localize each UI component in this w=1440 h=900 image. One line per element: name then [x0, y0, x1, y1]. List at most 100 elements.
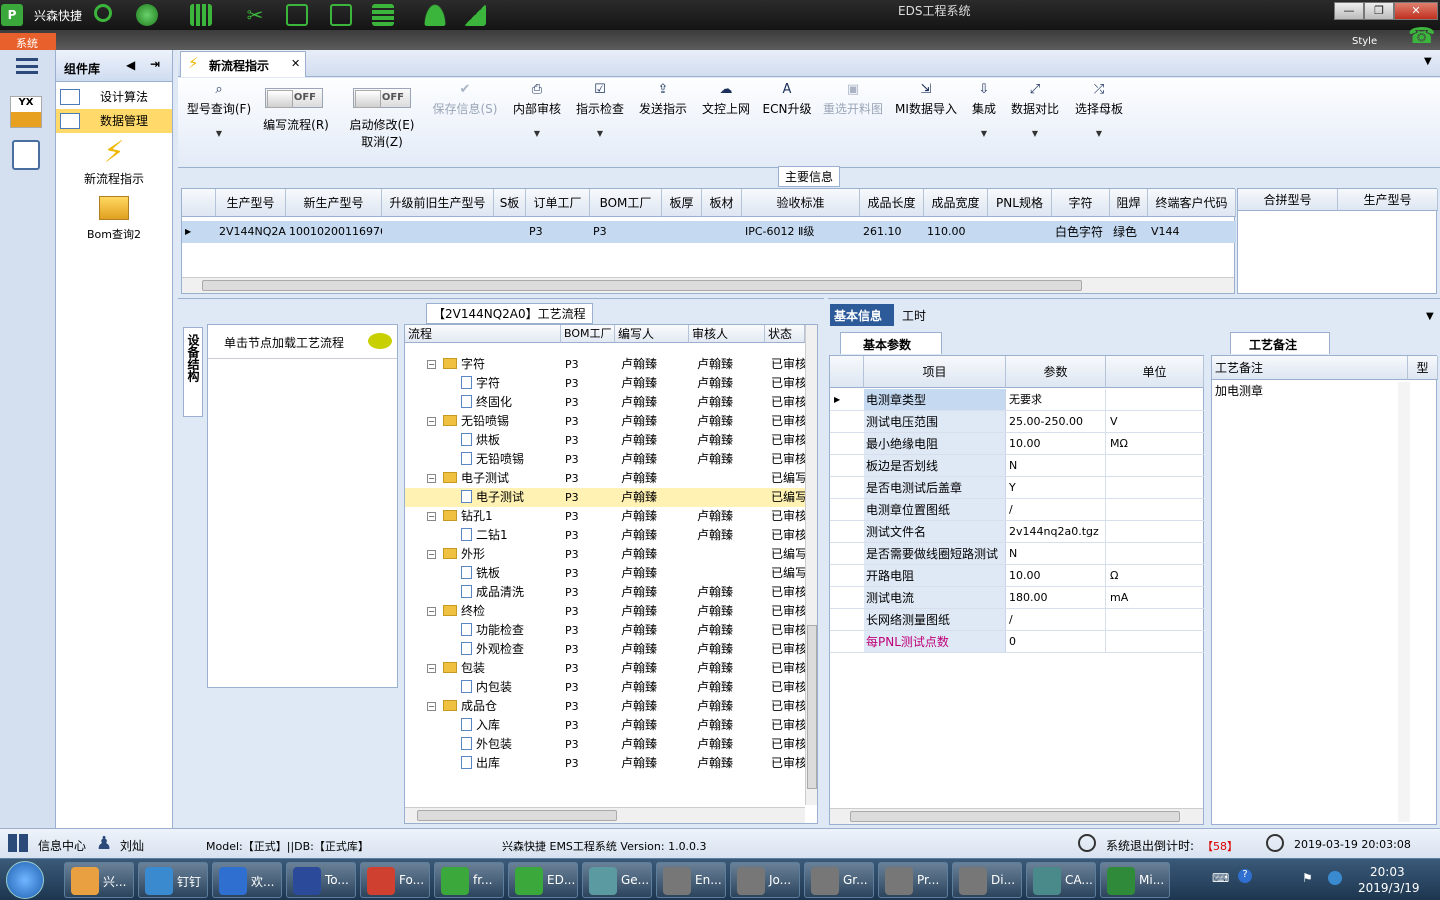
- param-row[interactable]: 最小绝缘电阻 10.00 MΩ: [830, 433, 1204, 455]
- column-header[interactable]: 生产型号: [1338, 189, 1438, 211]
- column-header[interactable]: 新生产型号: [286, 189, 382, 217]
- tree-row[interactable]: 铣板 P3 卢翰臻 已编写: [405, 564, 805, 583]
- info-center[interactable]: 信息中心: [38, 837, 86, 854]
- column-header[interactable]: 项目: [864, 356, 1006, 388]
- taskbar-app[interactable]: Jo...: [730, 862, 800, 898]
- vertical-scrollbar[interactable]: [805, 325, 817, 805]
- tree-row[interactable]: − 钻孔1 P3 卢翰臻 卢翰臻 已审核: [405, 507, 805, 526]
- user-icon[interactable]: [424, 4, 446, 26]
- param-row[interactable]: 长网络测量图纸 /: [830, 609, 1204, 631]
- clock-date[interactable]: 2019/3/19: [1358, 881, 1420, 895]
- param-row[interactable]: 电测章位置图纸 /: [830, 499, 1204, 521]
- param-param[interactable]: /: [1006, 609, 1106, 630]
- taskbar-app[interactable]: Di...: [952, 862, 1022, 898]
- tab-basic-info[interactable]: 基本信息: [830, 304, 894, 326]
- param-row[interactable]: 开路电阻 10.00 Ω: [830, 565, 1204, 587]
- column-header[interactable]: 参数: [1006, 356, 1106, 388]
- scroll-thumb[interactable]: [850, 811, 1180, 822]
- taskbar-app[interactable]: fr...: [434, 862, 504, 898]
- remarks-tab[interactable]: 工艺备注: [1230, 332, 1330, 354]
- param-param[interactable]: Y: [1006, 477, 1106, 498]
- tree-row[interactable]: 电子测试 P3 卢翰臻 已编写: [405, 488, 805, 507]
- network-icon[interactable]: [1328, 871, 1342, 885]
- column-header[interactable]: 审核人: [689, 325, 765, 343]
- integrate-button[interactable]: ⇩ 集成 ▼: [968, 82, 1000, 138]
- phone-icon[interactable]: ☎: [1408, 24, 1435, 49]
- tree-row[interactable]: 入库 P3 卢翰臻 卢翰臻 已审核: [405, 716, 805, 735]
- basic-params-tab[interactable]: 基本参数: [840, 332, 942, 354]
- taskbar-app[interactable]: 兴...: [64, 862, 134, 898]
- chart-icon[interactable]: [464, 4, 486, 26]
- column-header[interactable]: 板厚: [662, 189, 702, 217]
- clock-time[interactable]: 20:03: [1370, 865, 1405, 879]
- column-header[interactable]: 成品宽度: [924, 189, 988, 217]
- menu-icon[interactable]: [16, 58, 38, 74]
- maximize-button[interactable]: ❐: [1364, 2, 1394, 20]
- tree-row[interactable]: − 字符 P3 卢翰臻 卢翰臻 已审核: [405, 355, 805, 374]
- taskbar-app[interactable]: 钉钉: [138, 862, 208, 898]
- param-row[interactable]: 测试电压范围 25.00-250.00 V: [830, 411, 1204, 433]
- column-header[interactable]: BOM工厂: [590, 189, 662, 217]
- taskbar-app[interactable]: Pr...: [878, 862, 948, 898]
- flag-icon[interactable]: ⚑: [1302, 871, 1313, 885]
- yx-logo-icon[interactable]: YX: [10, 96, 42, 128]
- param-row[interactable]: 是否电测试后盖章 Y: [830, 477, 1204, 499]
- pin-icon[interactable]: ⇥: [150, 57, 160, 71]
- column-header[interactable]: 工艺备注: [1212, 356, 1408, 380]
- column-header[interactable]: PNL规格: [988, 189, 1052, 217]
- table-icon[interactable]: [372, 4, 394, 26]
- vertical-scrollbar[interactable]: [1398, 382, 1410, 822]
- taskbar-app[interactable]: To...: [286, 862, 356, 898]
- chevron-down-icon[interactable]: ▼: [1426, 311, 1434, 322]
- tree-row[interactable]: 烘板 P3 卢翰臻 卢翰臻 已审核: [405, 431, 805, 450]
- shortcut-bom-query[interactable]: Bom查询2: [56, 196, 172, 242]
- column-header[interactable]: 流程: [405, 325, 561, 343]
- grid-icon[interactable]: [190, 4, 212, 26]
- scissors-icon[interactable]: ✂: [244, 4, 266, 26]
- device-structure-tab[interactable]: 设备结构: [183, 327, 203, 417]
- column-header[interactable]: 订单工厂: [526, 189, 590, 217]
- horizontal-scrollbar[interactable]: [405, 807, 805, 823]
- param-row[interactable]: ▶ 电测章类型 无要求: [830, 389, 1204, 411]
- horizontal-scrollbar[interactable]: [182, 277, 1234, 293]
- send-instruction-button[interactable]: ⇪ 发送指示: [636, 82, 690, 117]
- taskbar-app[interactable]: Mi...: [1100, 862, 1170, 898]
- tab-new-flow[interactable]: ⚡ 新流程指示 ✕: [180, 51, 306, 77]
- chevron-down-icon[interactable]: ▼: [1424, 56, 1432, 67]
- scroll-thumb[interactable]: [417, 810, 617, 821]
- tree-row[interactable]: 内包装 P3 卢翰臻 卢翰臻 已审核: [405, 678, 805, 697]
- column-header[interactable]: 验收标准: [742, 189, 860, 217]
- tree-row[interactable]: 终固化 P3 卢翰臻 卢翰臻 已审核: [405, 393, 805, 412]
- minimize-button[interactable]: —: [1334, 2, 1364, 20]
- taskbar-app[interactable]: Gr...: [804, 862, 874, 898]
- column-header[interactable]: 成品长度: [860, 189, 924, 217]
- reselect-panel-button[interactable]: ▣ 重选开料图: [820, 82, 886, 117]
- shortcut-new-flow[interactable]: ⚡ 新流程指示: [56, 136, 172, 187]
- palette-item-algorithm[interactable]: 设计算法: [56, 85, 172, 109]
- start-button[interactable]: [6, 861, 44, 899]
- scroll-thumb[interactable]: [202, 280, 1082, 291]
- select-motherboard-button[interactable]: ⤮ 选择母板 ▼: [1072, 82, 1126, 138]
- param-row[interactable]: 测试文件名 2v144nq2a0.tgz: [830, 521, 1204, 543]
- tab-work-hours[interactable]: 工时: [902, 307, 926, 324]
- save-info-button[interactable]: ✔ 保存信息(S): [430, 82, 500, 117]
- copy-icon[interactable]: [330, 4, 352, 26]
- edit-flow-toggle[interactable]: OFF: [265, 88, 323, 108]
- taskbar-app[interactable]: ED...: [508, 862, 578, 898]
- start-modify-toggle[interactable]: OFF: [353, 88, 411, 108]
- palette-item-data-management[interactable]: 数据管理: [56, 109, 172, 133]
- column-header[interactable]: 生产型号: [216, 189, 286, 217]
- data-compare-button[interactable]: ⤢ 数据对比 ▼: [1008, 82, 1062, 138]
- tree-row[interactable]: − 外形 P3 卢翰臻 已编写: [405, 545, 805, 564]
- column-header[interactable]: 合拼型号: [1238, 189, 1338, 211]
- param-row[interactable]: 板边是否划线 N: [830, 455, 1204, 477]
- search-icon[interactable]: [94, 4, 112, 22]
- collapse-icon[interactable]: −: [427, 360, 436, 369]
- column-header[interactable]: 字符: [1052, 189, 1110, 217]
- collapse-icon[interactable]: −: [427, 474, 436, 483]
- column-header[interactable]: 单位: [1106, 356, 1204, 388]
- scroll-thumb[interactable]: [807, 625, 817, 789]
- horizontal-scrollbar[interactable]: [830, 808, 1203, 824]
- tree-row[interactable]: − 成品仓 P3 卢翰臻 卢翰臻 已审核: [405, 697, 805, 716]
- internal-review-button[interactable]: ⎙ 内部审核 ▼: [510, 82, 564, 138]
